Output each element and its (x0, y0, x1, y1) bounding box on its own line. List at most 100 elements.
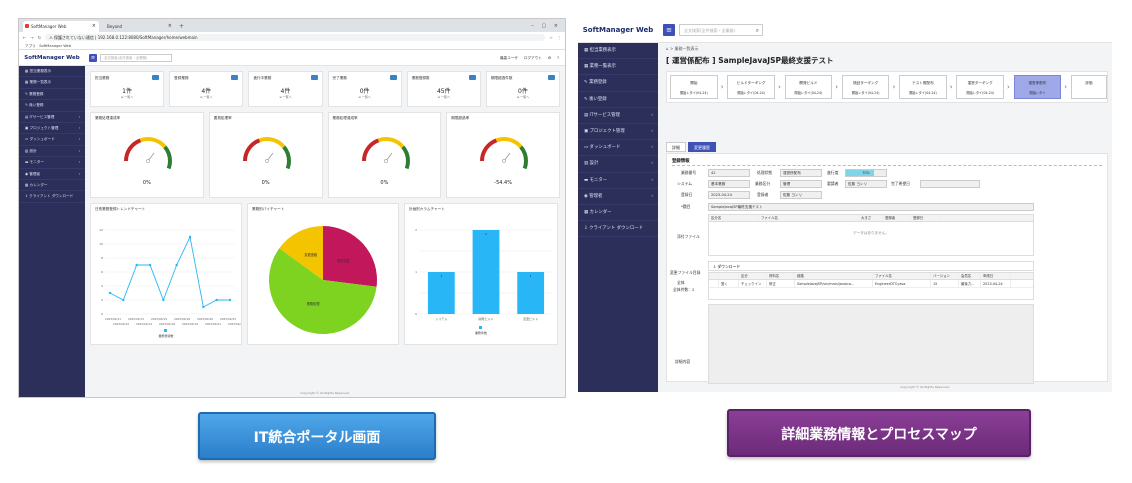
table-row[interactable]: 登く チェックイン 修正 SampleJavaJSP/src/main/java… (709, 280, 1033, 288)
sidebar-item[interactable]: ▭ ダッシュボード ‹ (19, 134, 85, 146)
gauge-chart (480, 137, 529, 170)
menu-dots-icon[interactable]: ⋮ (557, 35, 561, 40)
sidebar-item[interactable]: ▣ プロジェクト管理 ‹ (578, 124, 658, 141)
x-tick-label: 2023/04/20 (197, 317, 213, 321)
stat-cards: 担当業務 1件 ≡ 一覧へ 登録業務 4件 ≡ 一覧へ 進行中業務 4件 ≡ 一覧へ 完了業… (90, 71, 561, 107)
bookmark-apps[interactable]: アプリ (25, 44, 36, 48)
bar (517, 272, 545, 314)
menu-toggle-button[interactable]: ≡ (89, 54, 97, 62)
home-icon[interactable]: ⌂ (666, 46, 669, 51)
detail-tabs: 詳細 変更履歴 (666, 142, 716, 152)
sidebar-item[interactable]: ▦ カレンダー (578, 205, 658, 222)
sidebar-item[interactable]: ✎ 後い登録 (19, 100, 85, 112)
stat-card[interactable]: 担当業務 1件 ≡ 一覧へ (90, 71, 165, 107)
stat-card[interactable]: 業務登録数 45件 ≡ 一覧へ (406, 71, 481, 107)
sidebar-item[interactable]: ▤ ITサービス管理 ‹ (578, 108, 658, 124)
data-point (228, 298, 232, 302)
process-map-label-button[interactable]: 詳細業務情報とプロセスマップ (727, 409, 1031, 457)
sidebar-item[interactable]: ▦ 業務一覧表示 (19, 77, 85, 89)
bookmark-softmanager[interactable]: SoftManager Web (39, 44, 71, 48)
process-step[interactable]: ビルドターギング 開始レタイ(04-24) (727, 75, 775, 99)
logout-link[interactable]: ログアウト (524, 50, 542, 66)
search-icon[interactable]: ⌕ (756, 25, 759, 36)
user-name[interactable]: 最高ユーザ (500, 50, 518, 66)
sidebar-item[interactable]: ▥ 設計 ‹ (578, 156, 658, 173)
x-tick-label: 2023/04/23 (228, 322, 241, 326)
field-label: 詳細内容 (675, 359, 691, 364)
stat-card[interactable]: 完了業務 0件 ≡ 一覧へ (327, 71, 402, 107)
detail-content (708, 304, 1034, 384)
x-tick-label: 2023/04/18 (174, 317, 190, 321)
sidebar-item[interactable]: ◉ 管理者 ‹ (19, 169, 85, 180)
sidebar-item[interactable]: ✎ 後い登録 (578, 92, 658, 108)
process-step[interactable]: 運営ターギング 開始レタイ(04-24) (956, 75, 1005, 99)
download-button[interactable]: ⇩ ダウンロード (713, 264, 740, 269)
back-icon[interactable]: ← (23, 35, 26, 40)
sidebar-item[interactable]: ▦ 業務一覧表示 (578, 59, 658, 76)
window-controls[interactable]: – ▢ × (531, 21, 565, 32)
sidebar-item[interactable]: ⇩ クライアント ダウンロード (578, 221, 658, 238)
brand-logo[interactable]: SoftManager Web (19, 50, 85, 66)
sidebar-item[interactable]: ▭ ダッシュボード ‹ (578, 140, 658, 157)
process-step[interactable]: テスト照配布 開始レタイ(04-24) (899, 75, 947, 99)
url-field[interactable]: ⚠ 保護されていない通信 | 192.168.0.122:8080/SoftMa… (45, 33, 546, 41)
gauge-hub (264, 159, 269, 163)
sidebar-item[interactable]: ▣ プロジェクト管理 ‹ (19, 123, 85, 135)
reload-icon[interactable]: ↻ (38, 35, 41, 40)
close-tab-icon[interactable]: × (168, 21, 172, 32)
gauge-band (496, 137, 523, 149)
search-input[interactable]: 全文検索(全件検索・全業務) (100, 54, 172, 62)
sidebar-item[interactable]: ▬ モニター ‹ (19, 157, 85, 169)
stat-card[interactable]: 登録業務 4件 ≡ 一覧へ (169, 71, 244, 107)
process-step[interactable]: 検証ターギング 開始レタイ(04-24) (841, 75, 890, 99)
sidebar-item[interactable]: ✎ 業務登録 (19, 89, 85, 101)
stat-card[interactable]: 進行中業務 4件 ≡ 一覧へ (248, 71, 323, 107)
x-tick-label: 2023/04/12 (113, 322, 129, 326)
new-tab-icon[interactable]: + (175, 21, 184, 32)
sidebar-item[interactable]: ▦ 担当業務表示 (578, 43, 658, 60)
tab-history[interactable]: 変更履歴 (688, 142, 716, 152)
sidebar-item[interactable]: ◉ 管理者 ‹ (578, 189, 658, 205)
chevron-right-icon: › (835, 83, 839, 91)
process-step[interactable]: 評価 (1070, 75, 1107, 99)
field-label: 業務区分 (755, 181, 771, 186)
gauge-card: 業務処理達成率 0% (327, 112, 442, 198)
gear-icon[interactable]: ⚙ (548, 50, 551, 66)
sidebar-item[interactable]: ▦ 担当業務表示 (19, 66, 85, 78)
portal-screen-label-button[interactable]: IT統合ポータル画面 (198, 412, 436, 460)
gauge-band (377, 137, 404, 149)
stat-card[interactable]: 期限超過件数 0件 ≡ 一覧へ (485, 71, 561, 107)
process-step[interactable]: 開発ビルド 開始レタイ(04-24) (784, 75, 833, 99)
sidebar-item[interactable]: ▥ 設計 ‹ (19, 146, 85, 158)
sidebar: ▦ 担当業務表示 ▦ 業務一覧表示 ✎ 業務登録 ✎ 後い登録 ▤ ITサービス… (19, 66, 85, 397)
page-title: [ 運営係配布 ] SampleJavaJSP最終支援テスト (666, 56, 834, 65)
field-label: 変更ファイル目録 (670, 270, 701, 275)
close-tab-icon[interactable]: × (92, 21, 96, 32)
sidebar-item[interactable]: ▤ ITサービス管理 ‹ (19, 112, 85, 123)
process-step-current[interactable]: 運営係配布 開始レタイ (1013, 75, 1062, 99)
browser-tab[interactable]: SoftManager Web × (23, 21, 99, 32)
tab-detail[interactable]: 詳細 (666, 142, 686, 152)
brand-logo[interactable]: SoftManager Web (578, 18, 658, 43)
line-chart-card: 日別業務登録トレンドチャート 0 2 4 6 8 10 12 2023/04/11 2023/0… (90, 203, 242, 345)
menu-toggle-button[interactable]: ≡ (663, 24, 675, 36)
status-field: 運営係配布 (780, 169, 822, 177)
sidebar-item[interactable]: ▬ モニター ‹ (578, 173, 658, 189)
gauge-hub (502, 159, 507, 163)
help-icon[interactable]: ? (557, 50, 559, 66)
sidebar-item[interactable]: ✎ 業務登録 (578, 75, 658, 92)
chevron-left-icon: ‹ (651, 145, 653, 151)
browser-tab[interactable]: Beyond × (99, 21, 175, 32)
star-icon[interactable]: ☆ (549, 35, 553, 40)
portal-header: SoftManager Web ≡ 全文検索(全件検索・全業務) 最高ユーザ ロ… (19, 50, 565, 66)
gauge-band (404, 160, 410, 170)
list-icon (548, 75, 556, 80)
field-label: 処理状態 (757, 170, 773, 175)
forward-icon[interactable]: → (30, 35, 33, 40)
reg-date-field: 2023-04-24 (708, 191, 750, 199)
sidebar-item[interactable]: ⇩ クライアント ダウンロード (19, 191, 85, 203)
category-field: 管理 (780, 180, 822, 188)
search-input[interactable]: 全文検索(全件検索・全業務) ⌕ (679, 24, 763, 36)
sidebar-item[interactable]: ▦ カレンダー (19, 180, 85, 192)
process-step[interactable]: 開始 開始レタイ(04-24) (670, 75, 718, 99)
